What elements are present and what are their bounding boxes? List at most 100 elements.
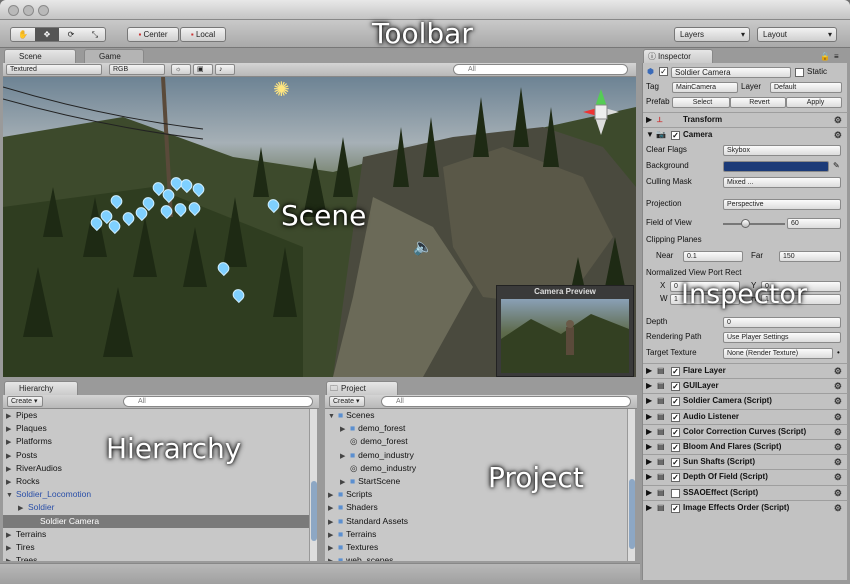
component-header[interactable]: ▶ ▤ ✓ Bloom And Flares (Script) ⚙ <box>643 439 848 454</box>
hand-tool-icon[interactable]: ✋ <box>11 28 35 41</box>
zoom-button[interactable] <box>38 5 49 16</box>
component-enabled-checkbox[interactable]: ✓ <box>671 473 680 483</box>
component-header[interactable]: ▶ ▤ ✓ Sun Shafts (Script) ⚙ <box>643 454 848 469</box>
project-search-input[interactable]: All <box>381 396 631 407</box>
expand-arrow-icon[interactable]: ▶ <box>6 436 16 449</box>
hierarchy-item[interactable]: ▶ Terrains <box>3 528 309 541</box>
project-item[interactable]: ▶ ■ demo_forest <box>325 422 627 435</box>
hierarchy-item[interactable]: ▶Trees <box>3 554 309 561</box>
tab-scene[interactable]: Scene <box>4 49 76 64</box>
project-item[interactable]: ▶ ■ Shaders <box>325 501 627 514</box>
gear-icon[interactable]: ⚙ <box>834 410 842 424</box>
lighting-toggle-icon[interactable]: ☼ <box>171 64 191 75</box>
component-header[interactable]: ▶ ▤ ✓ Image Effects Order (Script) ⚙ <box>643 499 848 515</box>
tag-dropdown[interactable]: MainCamera <box>672 82 738 93</box>
render-mode-dropdown[interactable]: Textured <box>6 64 102 75</box>
expand-arrow-icon[interactable]: ▶ <box>6 423 16 436</box>
expand-arrow-icon[interactable]: ▶ <box>340 476 350 489</box>
layer-dropdown[interactable]: Default <box>770 82 842 93</box>
gear-icon[interactable]: ⚙ <box>834 486 842 500</box>
layout-dropdown[interactable]: Layout ▾ <box>757 27 837 42</box>
hierarchy-item[interactable]: ▶ Tires <box>3 541 309 554</box>
expand-arrow-icon[interactable]: ▶ <box>328 502 338 515</box>
panel-menu-icon[interactable]: ≡ <box>834 52 839 61</box>
component-header[interactable]: ▶ ▤ ✓ Audio Listener ⚙ <box>643 408 848 424</box>
prefab-select-button[interactable]: Select <box>672 97 730 108</box>
scrollbar-thumb[interactable] <box>311 481 317 541</box>
gear-icon[interactable]: ⚙ <box>834 379 842 393</box>
gear-icon[interactable]: ⚙ <box>834 394 842 408</box>
tab-inspector[interactable]: ⓘ Inspector <box>643 49 713 64</box>
component-header[interactable]: ▶ ▤ ✓ GUILayer ⚙ <box>643 378 848 393</box>
expand-arrow-icon[interactable]: ▶ <box>340 450 350 463</box>
project-item[interactable]: ▼ ■ Scenes <box>325 409 627 422</box>
expand-arrow-icon[interactable]: ▶ <box>328 516 338 529</box>
expand-arrow-icon[interactable]: ▶ <box>328 489 338 502</box>
target-texture-field[interactable]: None (Render Texture) <box>723 348 833 359</box>
fov-slider-track[interactable] <box>723 223 785 225</box>
gear-icon[interactable]: ⚙ <box>834 128 842 142</box>
scrollbar-thumb[interactable] <box>629 479 635 549</box>
expand-arrow-icon[interactable]: ▶ <box>6 529 16 542</box>
transform-component-header[interactable]: ▶ ⟂ Transform ⚙ <box>643 112 848 127</box>
eyedropper-icon[interactable]: ✎ <box>833 159 840 173</box>
gear-icon[interactable]: ⚙ <box>834 113 842 127</box>
scene-search-input[interactable]: All <box>453 64 628 75</box>
expand-arrow-icon[interactable]: ▶ <box>646 455 652 469</box>
rendering-path-dropdown[interactable]: Use Player Settings <box>723 332 841 343</box>
expand-arrow-icon[interactable]: ▶ <box>646 440 652 454</box>
prefab-revert-button[interactable]: Revert <box>730 97 786 108</box>
audio-source-icon[interactable]: 🔈 <box>413 237 433 257</box>
project-item[interactable]: ▶■web_scenes <box>325 554 627 561</box>
close-button[interactable] <box>8 5 19 16</box>
expand-arrow-icon[interactable]: ▶ <box>6 542 16 555</box>
component-enabled-checkbox[interactable]: ✓ <box>671 412 680 422</box>
gear-icon[interactable]: ⚙ <box>834 425 842 439</box>
expand-arrow-icon[interactable]: ▶ <box>646 364 652 378</box>
expand-arrow-icon[interactable]: ▶ <box>646 394 652 408</box>
expand-arrow-icon[interactable]: ▶ <box>328 529 338 542</box>
camera-enabled-checkbox[interactable]: ✓ <box>671 131 680 140</box>
project-item[interactable]: ▶ ■ Terrains <box>325 528 627 541</box>
expand-arrow-icon[interactable]: ▶ <box>328 542 338 555</box>
hierarchy-item[interactable]: ▶ Rocks <box>3 475 309 488</box>
expand-arrow-icon[interactable]: ▶ <box>646 501 652 515</box>
hierarchy-search-input[interactable]: All <box>123 396 313 407</box>
hierarchy-item[interactable]: Soldier Camera <box>3 514 309 528</box>
gear-icon[interactable]: ⚙ <box>834 501 842 515</box>
gear-icon[interactable]: ⚙ <box>834 364 842 378</box>
expand-arrow-icon[interactable]: ▶ <box>6 410 16 423</box>
expand-arrow-icon[interactable]: ▶ <box>6 555 16 561</box>
expand-arrow-icon[interactable]: ▶ <box>646 486 652 500</box>
scale-tool-icon[interactable]: ⤡ <box>83 28 107 41</box>
expand-arrow-icon[interactable]: ▼ <box>328 410 338 423</box>
component-header[interactable]: ▶ ▤ ✓ Soldier Camera (Script) ⚙ <box>643 393 848 408</box>
fov-slider-handle[interactable] <box>740 219 750 228</box>
object-picker-icon[interactable]: • <box>837 346 840 360</box>
gear-icon[interactable]: ⚙ <box>834 455 842 469</box>
expand-arrow-icon[interactable]: ▶ <box>6 476 16 489</box>
component-enabled-checkbox[interactable]: ✓ <box>671 443 680 452</box>
gear-icon[interactable]: ⚙ <box>834 470 842 484</box>
scene-view[interactable]: ✺ 🔈 Scene Camera Preview <box>3 77 636 377</box>
pivot-center-button[interactable]: ▪ Center <box>127 27 179 42</box>
color-mode-dropdown[interactable]: RGB <box>109 64 165 75</box>
far-input[interactable]: 150 <box>779 251 841 262</box>
expand-arrow-icon[interactable]: ▶ <box>6 450 16 463</box>
project-item[interactable]: ▶ ■ Standard Assets <box>325 515 627 528</box>
project-create-button[interactable]: Create ▾ <box>329 396 365 407</box>
component-header[interactable]: ▶ ▤ ✓ Depth Of Field (Script) ⚙ <box>643 469 848 484</box>
near-input[interactable]: 0.1 <box>683 251 743 262</box>
background-color-swatch[interactable] <box>723 161 829 172</box>
project-item[interactable]: ▶ ■ demo_industry <box>325 449 627 462</box>
image-toggle-icon[interactable]: ▣ <box>193 64 213 75</box>
move-tool-icon[interactable]: ✥ <box>35 28 59 41</box>
expand-arrow-icon[interactable]: ▶ <box>646 425 652 439</box>
expand-arrow-icon[interactable]: ▶ <box>18 502 28 515</box>
audio-toggle-icon[interactable]: ♪ <box>215 64 235 75</box>
hierarchy-item[interactable]: ▶ Soldier <box>3 501 309 514</box>
project-scrollbar[interactable] <box>627 409 635 561</box>
component-enabled-checkbox[interactable]: ✓ <box>671 427 680 437</box>
depth-input[interactable]: 0 <box>723 317 841 328</box>
hierarchy-create-button[interactable]: Create ▾ <box>7 396 43 407</box>
